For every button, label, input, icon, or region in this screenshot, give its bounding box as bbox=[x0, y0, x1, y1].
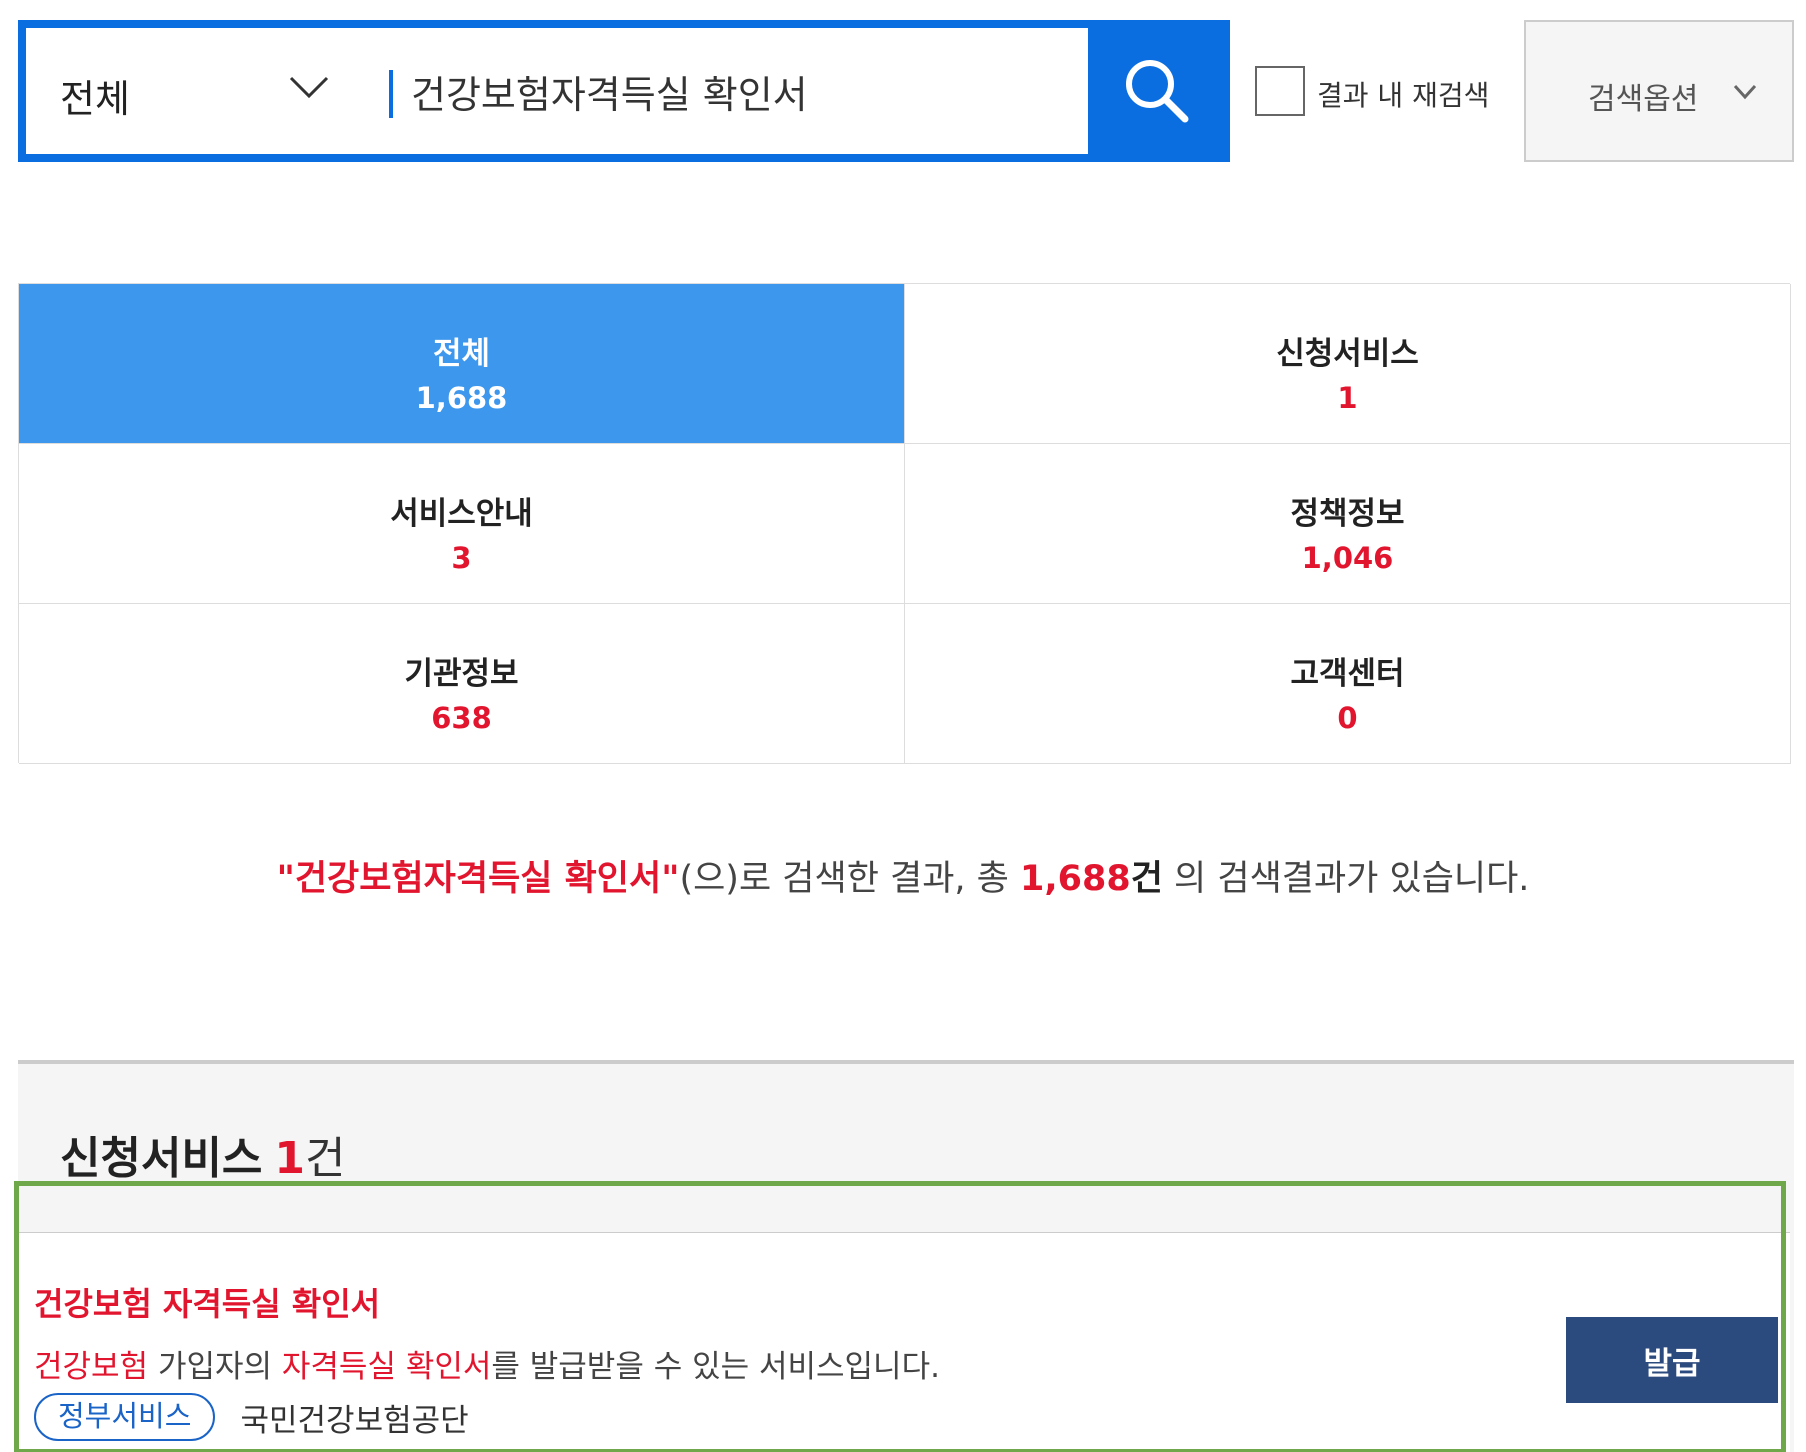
summary-query: 건강보험자격득실 확인서 bbox=[294, 859, 662, 899]
tab-policy-info[interactable]: 정책정보 1,046 bbox=[905, 444, 1791, 604]
summary-unit: 건 bbox=[1130, 859, 1163, 899]
tab-name: 정책정보 bbox=[1290, 496, 1405, 532]
tab-name: 기관정보 bbox=[404, 656, 519, 692]
result-summary: "건강보험자격득실 확인서"(으)로 검색한 결과, 총 1,688건 의 검색… bbox=[0, 850, 1806, 901]
desc-highlight: 자격득실 확인서 bbox=[281, 1349, 492, 1385]
summary-total: 1,688 bbox=[1020, 859, 1131, 899]
summary-close-quote: " bbox=[661, 859, 680, 899]
tab-count: 3 bbox=[451, 541, 472, 575]
desc-text: 가입자의 bbox=[148, 1349, 282, 1385]
search-input[interactable] bbox=[411, 56, 1071, 126]
result-title-link[interactable]: 건강보험 자격득실 확인서 bbox=[34, 1279, 380, 1325]
result-meta: 정부서비스 국민건강보험공단 bbox=[34, 1393, 469, 1441]
tab-name: 신청서비스 bbox=[1276, 336, 1419, 372]
tab-count: 1,688 bbox=[415, 381, 508, 415]
section-unit: 건 bbox=[305, 1133, 346, 1184]
result-description: 건강보험 가입자의 자격득실 확인서를 발급받을 수 있는 서비스입니다. bbox=[34, 1341, 940, 1386]
tab-name: 전체 bbox=[432, 336, 491, 372]
search-divider bbox=[389, 70, 393, 118]
summary-mid-text: (으)로 검색한 결과, 총 bbox=[679, 859, 1020, 899]
search-icon bbox=[1126, 60, 1189, 123]
chevron-down-icon bbox=[289, 76, 329, 99]
section-title: 신청서비스 bbox=[60, 1133, 263, 1184]
tab-all[interactable]: 전체 1,688 bbox=[19, 284, 905, 444]
search-options-button[interactable]: 검색옵션 bbox=[1524, 20, 1794, 162]
section-count: 1 bbox=[274, 1133, 306, 1184]
issue-button[interactable]: 발급 bbox=[1566, 1317, 1778, 1403]
tab-count: 638 bbox=[431, 701, 492, 735]
desc-highlight: 건강보험 bbox=[34, 1349, 149, 1385]
search-box: 전체 bbox=[18, 20, 1230, 162]
tab-customer-center[interactable]: 고객센터 0 bbox=[905, 604, 1791, 764]
service-type-tag: 정부서비스 bbox=[34, 1393, 216, 1441]
summary-open-quote: " bbox=[276, 859, 295, 899]
search-button[interactable] bbox=[1088, 28, 1222, 154]
scope-select[interactable]: 전체 bbox=[26, 28, 386, 154]
tab-application-service[interactable]: 신청서비스 1 bbox=[905, 284, 1791, 444]
search-options-label: 검색옵션 bbox=[1588, 82, 1699, 117]
scope-label: 전체 bbox=[60, 77, 130, 121]
category-tabs: 전체 1,688 신청서비스 1 서비스안내 3 정책정보 1,046 기관정보… bbox=[18, 283, 1791, 764]
recheck-label: 결과 내 재검색 bbox=[1317, 79, 1490, 112]
summary-tail-text: 의 검색결과가 있습니다. bbox=[1162, 859, 1530, 899]
desc-text: 를 발급받을 수 있는 서비스입니다. bbox=[491, 1349, 940, 1385]
tab-name: 고객센터 bbox=[1290, 656, 1405, 692]
tab-count: 1,046 bbox=[1301, 541, 1394, 575]
application-service-section: 신청서비스 1건 건강보험 자격득실 확인서 건강보험 가입자의 자격득실 확인서… bbox=[18, 1060, 1794, 1452]
tab-agency-info[interactable]: 기관정보 638 bbox=[19, 604, 905, 764]
chevron-down-icon bbox=[1733, 84, 1757, 100]
tab-service-guide[interactable]: 서비스안내 3 bbox=[19, 444, 905, 604]
tab-count: 1 bbox=[1337, 381, 1358, 415]
section-heading: 신청서비스 1건 bbox=[60, 1122, 346, 1186]
recheck-checkbox[interactable] bbox=[1255, 66, 1305, 116]
agency-name: 국민건강보험공단 bbox=[240, 1402, 469, 1439]
result-item: 건강보험 자격득실 확인서 건강보험 가입자의 자격득실 확인서를 발급받을 수… bbox=[18, 1232, 1790, 1452]
tab-count: 0 bbox=[1337, 701, 1358, 735]
tab-name: 서비스안내 bbox=[390, 496, 533, 532]
